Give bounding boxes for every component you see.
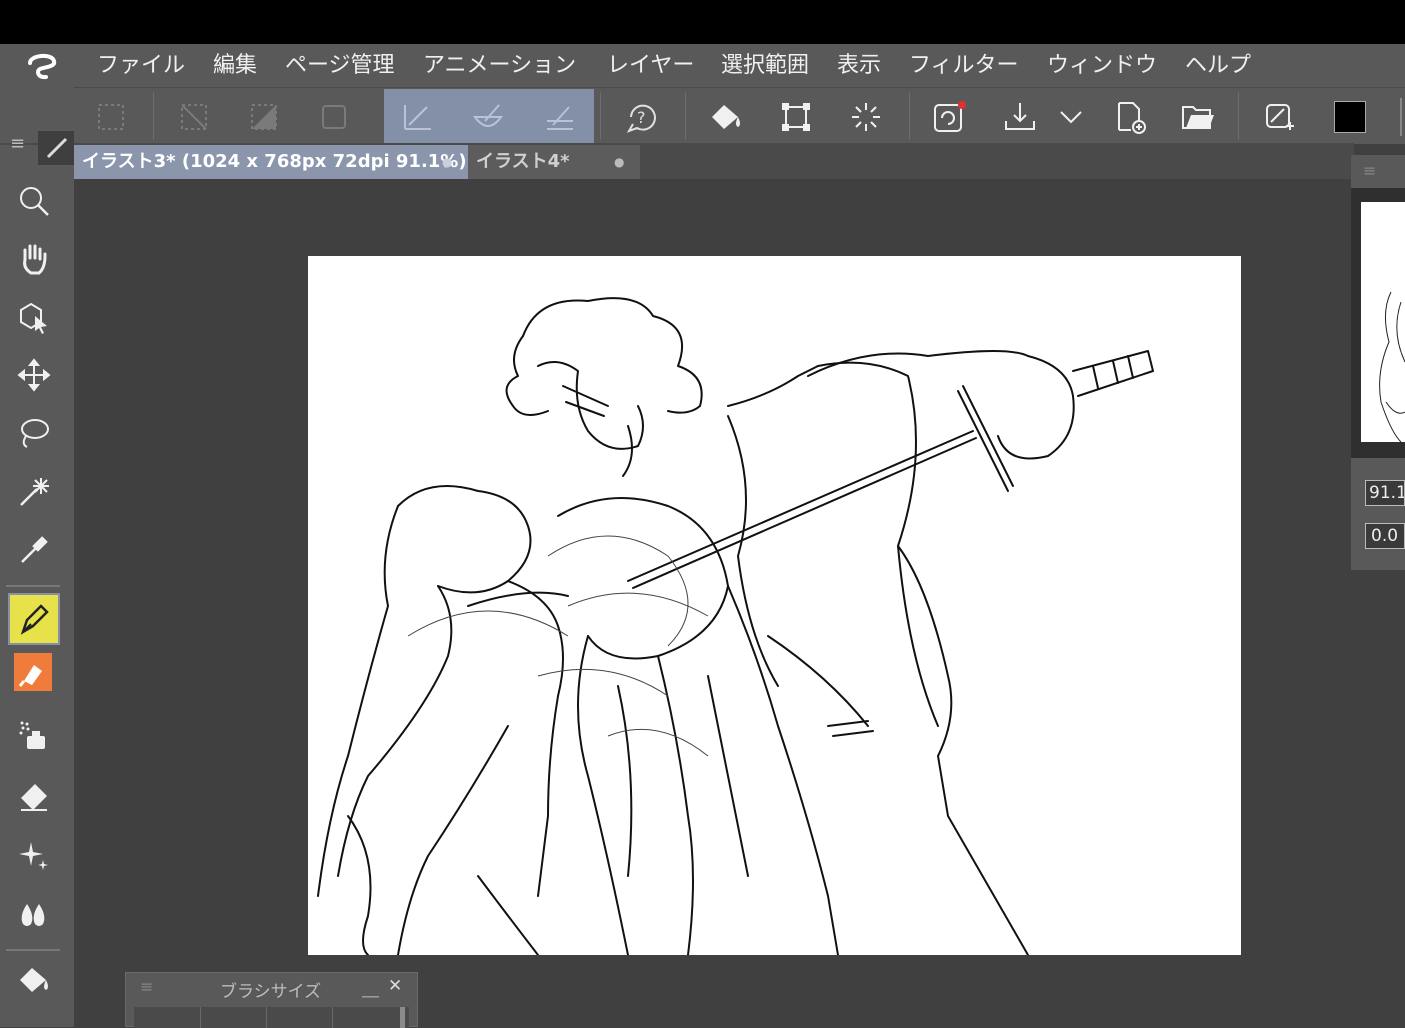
new-file-icon[interactable]	[1102, 92, 1158, 142]
divider	[6, 949, 60, 951]
tab-modified-dot[interactable]: ●	[614, 145, 624, 179]
panel-menu-icon[interactable]: ≡	[1363, 161, 1376, 180]
scrollbar[interactable]	[400, 1007, 405, 1028]
move-icon[interactable]	[6, 349, 62, 401]
separator	[1238, 92, 1239, 140]
zoom-field[interactable]: 91.1	[1365, 480, 1405, 506]
menu-help[interactable]: ヘルプ	[1185, 44, 1251, 87]
document-tab-bar: イラスト3* (1024 x 768px 72dpi 91.1%) ● イラスト…	[74, 143, 1354, 179]
status-bar	[0, 0, 1405, 44]
rotation-field[interactable]: 0.0	[1365, 523, 1405, 549]
panel-title: ブラシサイズ	[220, 982, 322, 1002]
stabilization-icon[interactable]	[532, 92, 588, 142]
menu-filter[interactable]: フィルター	[909, 44, 1019, 87]
loading-icon[interactable]	[838, 92, 894, 142]
fill-icon[interactable]	[698, 92, 754, 142]
fill-tool-icon[interactable]	[6, 955, 62, 1007]
tab-modified-dot[interactable]: ●	[442, 145, 452, 179]
divider	[266, 1007, 267, 1028]
reference-layer-icon[interactable]	[390, 92, 446, 142]
separator	[909, 92, 910, 140]
sketch-drawing	[317, 297, 1154, 955]
object-select-icon[interactable]	[6, 291, 62, 343]
main-color-fill	[1335, 102, 1365, 132]
brush-size-list	[134, 1007, 409, 1028]
menu-selection[interactable]: 選択範囲	[721, 44, 809, 87]
separator	[1400, 98, 1402, 136]
navigator-preview-frame	[1351, 188, 1405, 458]
divider	[332, 1007, 333, 1028]
separator	[685, 92, 686, 140]
menu-bar: ファイル 編集 ページ管理 アニメーション レイヤー 選択範囲 表示 フィルター…	[0, 44, 1405, 87]
help-icon[interactable]: ?	[614, 92, 670, 142]
navigator-panel: ≡ 91.1 0.0	[1351, 155, 1405, 570]
brush-size-panel: ≡ ブラシサイズ ＿ ✕	[125, 972, 418, 1028]
pen-pressure-icon[interactable]	[460, 92, 516, 142]
transform-icon[interactable]	[768, 92, 824, 142]
main-color-swatch[interactable]	[1334, 101, 1366, 133]
chevron-down-icon[interactable]	[1046, 92, 1096, 142]
divider	[6, 585, 60, 587]
clip-studio-share-icon[interactable]	[922, 92, 978, 142]
invert-selection-icon[interactable]	[236, 92, 292, 142]
menu-view[interactable]: 表示	[837, 44, 881, 87]
tab-title: イラスト4*	[476, 151, 570, 172]
select-show-icon[interactable]	[83, 92, 139, 142]
blend-icon[interactable]	[6, 887, 62, 939]
snap-icon[interactable]	[1252, 92, 1308, 142]
tab-illust3[interactable]: イラスト3* (1024 x 768px 72dpi 91.1%) ●	[74, 145, 468, 179]
svg-text:?: ?	[637, 108, 646, 127]
tool-panel: ≡	[0, 87, 74, 1027]
command-bar: « ?	[0, 87, 1405, 144]
lasso-icon[interactable]	[6, 407, 62, 459]
canvas[interactable]	[308, 256, 1241, 955]
clip-studio-logo[interactable]	[24, 51, 60, 81]
tool-tab[interactable]	[38, 131, 74, 165]
tab-title: イラスト3* (1024 x 768px 72dpi 91.1%)	[82, 151, 467, 172]
close-icon[interactable]: ✕	[388, 976, 402, 996]
pen-icon[interactable]	[8, 593, 60, 645]
panel-menu-icon[interactable]: ≡	[10, 133, 25, 154]
separator	[600, 92, 601, 140]
marker-icon[interactable]	[14, 653, 52, 691]
export-icon[interactable]	[992, 92, 1048, 142]
deselect-icon[interactable]	[166, 92, 222, 142]
menu-page-management[interactable]: ページ管理	[285, 44, 395, 87]
eraser-icon[interactable]	[6, 769, 62, 821]
selection-border-icon[interactable]	[306, 92, 362, 142]
tab-illust4[interactable]: イラスト4* ●	[468, 145, 640, 179]
menu-animation[interactable]: アニメーション	[423, 44, 576, 87]
zoom-icon[interactable]	[6, 175, 62, 227]
navigator-preview[interactable]	[1361, 202, 1405, 442]
auto-select-icon[interactable]	[6, 465, 62, 517]
open-folder-icon[interactable]	[1170, 92, 1226, 142]
minimize-icon[interactable]: ＿	[362, 975, 379, 1000]
hand-icon[interactable]	[6, 233, 62, 285]
menu-file[interactable]: ファイル	[97, 44, 185, 87]
menu-layer[interactable]: レイヤー	[607, 44, 694, 87]
eyedropper-icon[interactable]	[6, 523, 62, 575]
menu-edit[interactable]: 編集	[213, 44, 257, 87]
airbrush-icon[interactable]	[6, 709, 62, 761]
separator	[153, 92, 154, 140]
menu-window[interactable]: ウィンドウ	[1047, 44, 1157, 87]
divider	[200, 1007, 201, 1028]
panel-menu-icon[interactable]: ≡	[140, 977, 153, 996]
decoration-icon[interactable]	[6, 829, 62, 881]
